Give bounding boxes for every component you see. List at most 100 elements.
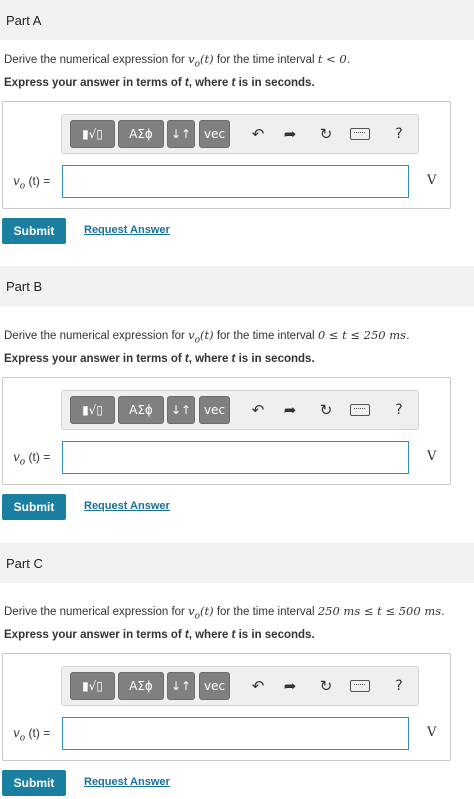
question-prompt: Derive the numerical expression for vo(t…	[4, 604, 445, 621]
undo-icon[interactable]: ↶	[246, 398, 270, 422]
greek-icon: AΣϕ	[129, 127, 153, 141]
func-name: v	[13, 174, 20, 188]
equation-label: vo (t) =	[13, 174, 50, 191]
arrows-icon: ↓↑	[170, 679, 192, 693]
template-button[interactable]: ▮√▯	[70, 396, 115, 424]
redo-icon[interactable]: ➦	[278, 122, 302, 146]
reset-icon[interactable]: ↻	[314, 398, 338, 422]
instruction-text: Express your answer in terms of	[4, 77, 185, 89]
request-answer-link[interactable]: Request Answer	[84, 776, 170, 788]
templates-icon: ▮√▯	[82, 127, 103, 141]
part-a-header: Part A	[0, 0, 474, 40]
vec-label: vec	[203, 127, 226, 141]
help-icon[interactable]: ?	[387, 122, 411, 146]
instruction: Express your answer in terms of t, where…	[4, 629, 315, 641]
greek-icon: AΣϕ	[129, 403, 153, 417]
equation-label: vo (t) =	[13, 726, 50, 743]
func-arg: (t)	[200, 328, 214, 342]
greek-icon: AΣϕ	[129, 679, 153, 693]
instruction-text: Express your answer in terms of	[4, 629, 185, 641]
part-b-section: Part B Derive the numerical expression f…	[0, 266, 474, 526]
math-toolbar: ▮√▯ AΣϕ ↓↑ vec ↶ ➦ ↻ ?	[61, 390, 419, 430]
interval-expression: t < 0.	[317, 52, 351, 66]
templates-icon: ▮√▯	[82, 679, 103, 693]
answer-input[interactable]	[62, 441, 409, 474]
vec-label: vec	[203, 403, 226, 417]
unit-label: V	[427, 725, 437, 740]
unit-label: V	[427, 449, 437, 464]
reset-icon[interactable]: ↻	[314, 674, 338, 698]
instruction-text: is in seconds.	[235, 629, 315, 641]
answer-box: ▮√▯ AΣϕ ↓↑ vec ↶ ➦ ↻ ? vo (t) = V	[2, 101, 451, 209]
request-answer-link[interactable]: Request Answer	[84, 500, 170, 512]
keyboard-icon[interactable]	[348, 122, 372, 146]
math-toolbar: ▮√▯ AΣϕ ↓↑ vec ↶ ➦ ↻ ?	[61, 666, 419, 706]
answer-input[interactable]	[62, 717, 409, 750]
subscript-superscript-button[interactable]: ↓↑	[167, 672, 195, 700]
part-a-section: Part A Derive the numerical expression f…	[0, 0, 474, 250]
part-c-header: Part C	[0, 543, 474, 583]
vec-label: vec	[203, 679, 226, 693]
prompt-text: Derive the numerical expression for	[4, 606, 189, 618]
template-button[interactable]: ▮√▯	[70, 672, 115, 700]
reset-icon[interactable]: ↻	[314, 122, 338, 146]
instruction-text: , where	[188, 353, 232, 365]
submit-button[interactable]: Submit	[2, 494, 66, 520]
answer-input[interactable]	[62, 165, 409, 198]
prompt-text: Derive the numerical expression for	[4, 54, 189, 66]
help-icon[interactable]: ?	[387, 674, 411, 698]
submit-button[interactable]: Submit	[2, 770, 66, 796]
equation-label: vo (t) =	[13, 450, 50, 467]
func-sub: o	[19, 457, 26, 468]
interval-expression: 250 ms ≤ t ≤ 500 ms.	[317, 604, 445, 618]
subscript-superscript-button[interactable]: ↓↑	[167, 120, 195, 148]
vector-button[interactable]: vec	[199, 672, 230, 700]
func-name: v	[13, 450, 20, 464]
greek-symbols-button[interactable]: AΣϕ	[118, 672, 164, 700]
vector-button[interactable]: vec	[199, 120, 230, 148]
func-arg: (t)	[200, 604, 214, 618]
instruction: Express your answer in terms of t, where…	[4, 353, 315, 365]
template-button[interactable]: ▮√▯	[70, 120, 115, 148]
keyboard-icon[interactable]	[348, 674, 372, 698]
question-prompt: Derive the numerical expression for vo(t…	[4, 328, 410, 345]
request-answer-link[interactable]: Request Answer	[84, 224, 170, 236]
prompt-text: for the time interval	[213, 330, 318, 342]
arrows-icon: ↓↑	[170, 403, 192, 417]
part-title: Part C	[6, 555, 43, 571]
func-arg: (t)	[200, 52, 214, 66]
question-prompt: Derive the numerical expression for vo(t…	[4, 52, 350, 69]
arrows-icon: ↓↑	[170, 127, 192, 141]
func-sub: o	[19, 733, 26, 744]
answer-box: ▮√▯ AΣϕ ↓↑ vec ↶ ➦ ↻ ? vo (t) = V	[2, 377, 451, 485]
part-b-header: Part B	[0, 266, 474, 306]
instruction-text: , where	[188, 629, 232, 641]
vector-button[interactable]: vec	[199, 396, 230, 424]
part-c-section: Part C Derive the numerical expression f…	[0, 543, 474, 799]
help-icon[interactable]: ?	[387, 398, 411, 422]
instruction-text: is in seconds.	[235, 77, 315, 89]
prompt-text: Derive the numerical expression for	[4, 330, 189, 342]
instruction-text: is in seconds.	[235, 353, 315, 365]
subscript-superscript-button[interactable]: ↓↑	[167, 396, 195, 424]
greek-symbols-button[interactable]: AΣϕ	[118, 120, 164, 148]
part-title: Part B	[6, 278, 43, 294]
unit-label: V	[427, 173, 437, 188]
keyboard-icon[interactable]	[348, 398, 372, 422]
part-title: Part A	[6, 12, 42, 28]
redo-icon[interactable]: ➦	[278, 398, 302, 422]
greek-symbols-button[interactable]: AΣϕ	[118, 396, 164, 424]
math-toolbar: ▮√▯ AΣϕ ↓↑ vec ↶ ➦ ↻ ?	[61, 114, 419, 154]
interval-expression: 0 ≤ t ≤ 250 ms.	[317, 328, 410, 342]
submit-button[interactable]: Submit	[2, 218, 66, 244]
instruction-text: Express your answer in terms of	[4, 353, 185, 365]
prompt-text: for the time interval	[213, 606, 318, 618]
undo-icon[interactable]: ↶	[246, 674, 270, 698]
eq-text: (t) =	[28, 450, 51, 464]
eq-text: (t) =	[28, 174, 51, 188]
instruction: Express your answer in terms of t, where…	[4, 77, 315, 89]
answer-box: ▮√▯ AΣϕ ↓↑ vec ↶ ➦ ↻ ? vo (t) = V	[2, 653, 451, 761]
redo-icon[interactable]: ➦	[278, 674, 302, 698]
eq-text: (t) =	[28, 726, 51, 740]
undo-icon[interactable]: ↶	[246, 122, 270, 146]
